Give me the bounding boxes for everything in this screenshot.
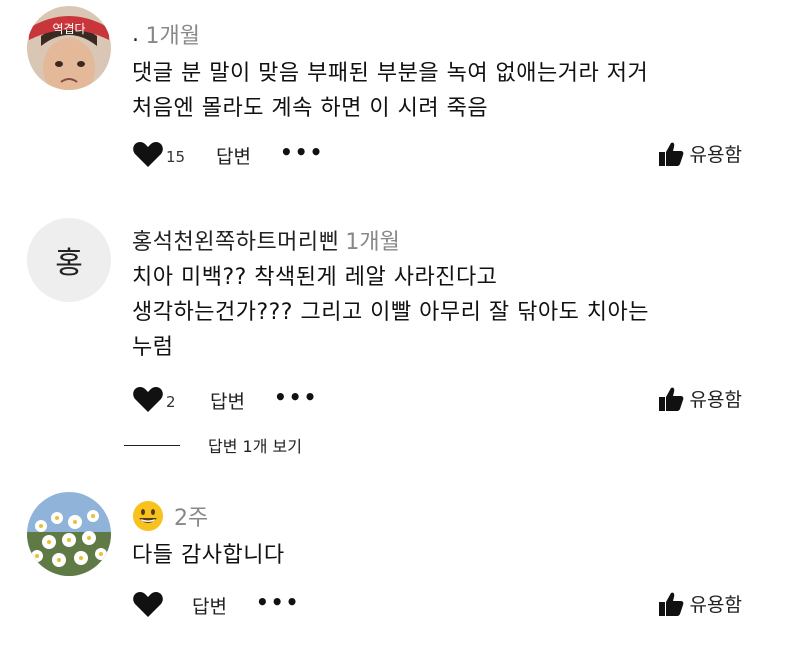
view-replies-label: 답변 1개 보기 bbox=[208, 437, 302, 456]
avatar-3[interactable] bbox=[27, 492, 111, 576]
like-button[interactable]: 2 bbox=[132, 385, 176, 413]
comment-actions: 15 답변 ••• 유용함 bbox=[132, 140, 742, 172]
comment-text: 치아 미백?? 착색된게 레알 사라진다고 생각하는건가??? 그리고 이빨 아… bbox=[132, 265, 650, 360]
avatar-2[interactable]: 홍 bbox=[27, 218, 111, 302]
flowers-photo-avatar bbox=[27, 492, 111, 576]
avatar-badge-text: 역겹다 bbox=[52, 22, 85, 36]
more-icon[interactable]: ••• bbox=[256, 590, 300, 614]
like-button[interactable]: 15 bbox=[132, 140, 185, 168]
grinning-face-emoji-icon bbox=[133, 501, 163, 531]
boy-photo-avatar: 역겹다 bbox=[27, 6, 111, 90]
author-name[interactable]: . bbox=[132, 22, 140, 47]
view-replies-button[interactable]: 답변 1개 보기 bbox=[124, 433, 302, 457]
comment-header: 2주 bbox=[132, 500, 208, 532]
avatar-1[interactable]: 역겹다 bbox=[27, 6, 111, 90]
more-icon[interactable]: ••• bbox=[274, 385, 318, 409]
thumbs-up-icon bbox=[658, 142, 683, 166]
useful-button[interactable]: 유용함 bbox=[658, 385, 742, 412]
useful-label: 유용함 bbox=[689, 144, 742, 166]
heart-icon bbox=[133, 142, 163, 167]
comment-header: 홍석천왼쪽하트머리삔 1개월 bbox=[132, 224, 400, 256]
comment-actions: 2 답변 ••• 유용함 bbox=[132, 385, 742, 417]
like-count: 15 bbox=[166, 148, 186, 166]
useful-label: 유용함 bbox=[689, 594, 742, 616]
useful-label: 유용함 bbox=[689, 389, 742, 411]
timestamp: 2주 bbox=[174, 506, 209, 531]
like-button[interactable] bbox=[132, 590, 166, 618]
like-count: 2 bbox=[166, 393, 176, 411]
thumbs-up-icon bbox=[658, 592, 683, 616]
useful-button[interactable]: 유용함 bbox=[658, 590, 742, 617]
useful-button[interactable]: 유용함 bbox=[658, 140, 742, 167]
heart-icon bbox=[133, 592, 163, 617]
reply-button[interactable]: 답변 bbox=[210, 387, 245, 414]
divider-line bbox=[124, 444, 180, 446]
comment-header: . 1개월 bbox=[132, 18, 200, 50]
thumbs-up-icon bbox=[658, 387, 683, 411]
timestamp: 1개월 bbox=[145, 24, 200, 49]
comment-text: 댓글 분 말이 맞음 부패된 부분을 녹여 없애는거라 저거 처음엔 몰라도 계… bbox=[132, 61, 649, 121]
reply-button[interactable]: 답변 bbox=[216, 142, 251, 169]
comment-actions: 답변 ••• 유용함 bbox=[132, 590, 742, 622]
heart-icon bbox=[133, 387, 163, 412]
reply-button[interactable]: 답변 bbox=[192, 592, 227, 619]
timestamp: 1개월 bbox=[345, 230, 400, 255]
author-name[interactable]: 홍석천왼쪽하트머리삔 bbox=[132, 224, 339, 256]
comment-text: 다들 감사합니다 bbox=[132, 543, 285, 568]
avatar-initial: 홍 bbox=[55, 246, 83, 281]
more-icon[interactable]: ••• bbox=[280, 140, 324, 164]
